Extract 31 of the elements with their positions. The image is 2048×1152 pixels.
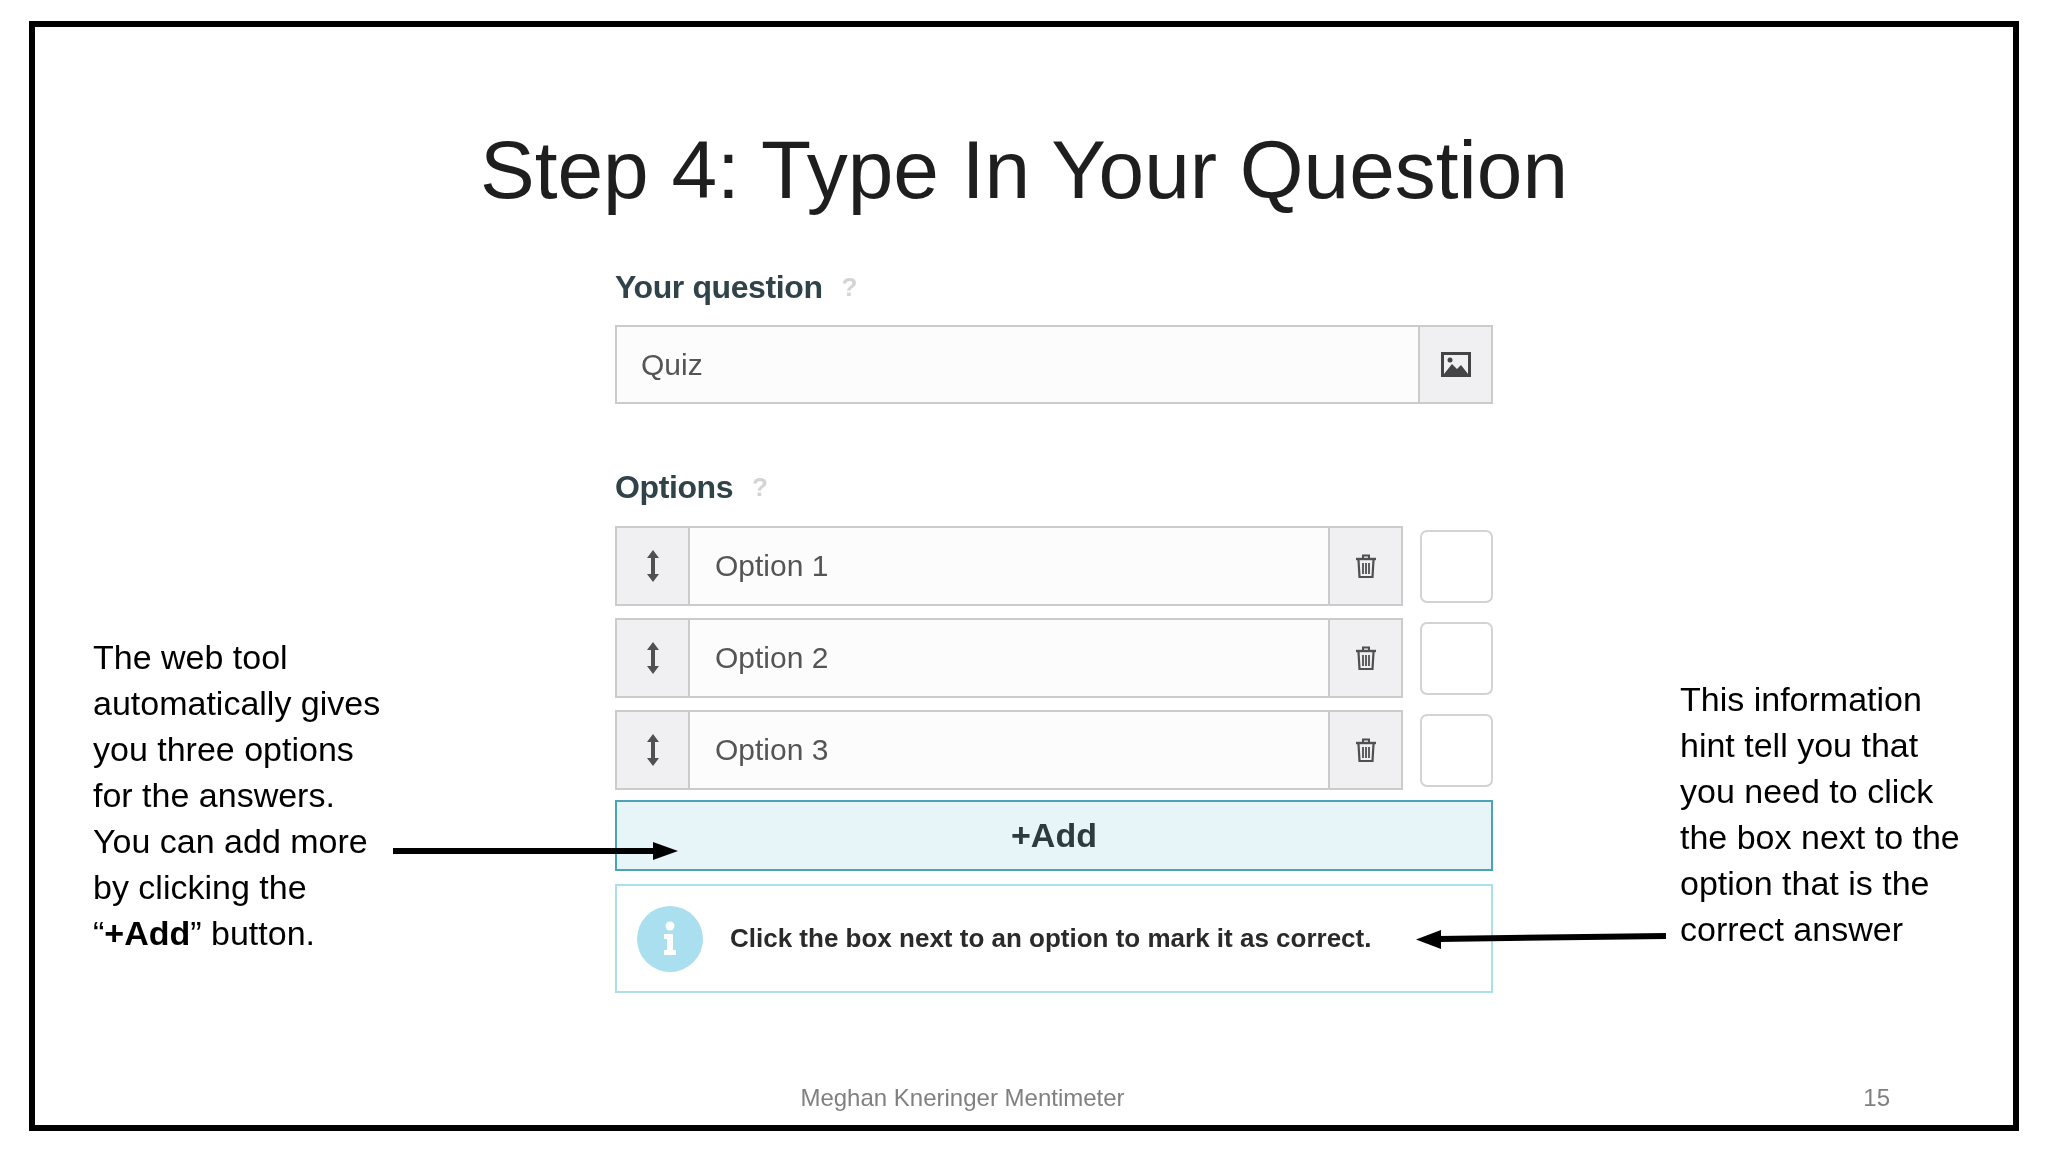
trash-icon: [1355, 738, 1376, 762]
option-input[interactable]: Option 3: [690, 710, 1328, 790]
question-input[interactable]: Quiz: [615, 325, 1418, 404]
delete-button[interactable]: [1328, 710, 1403, 790]
correct-checkbox[interactable]: [1420, 529, 1493, 603]
field-label: Options: [615, 468, 734, 506]
delete-button[interactable]: [1328, 526, 1403, 606]
option-input[interactable]: Option 2: [690, 618, 1328, 698]
trash-icon: [1355, 554, 1376, 578]
drag-handle[interactable]: [615, 618, 690, 698]
up-down-arrow-icon: [646, 642, 659, 674]
add-image-button[interactable]: [1418, 325, 1493, 404]
delete-button[interactable]: [1328, 618, 1403, 698]
trash-icon: [1355, 646, 1376, 670]
correct-checkbox[interactable]: [1420, 621, 1493, 695]
slide-title: Step 4: Type In Your Question: [479, 123, 1569, 217]
correct-checkbox[interactable]: [1420, 713, 1493, 787]
info-text: Click the box next to an option to mark it as correct.: [730, 923, 1372, 954]
image-icon: [1440, 352, 1471, 377]
option-input[interactable]: Option 1: [690, 526, 1328, 606]
field-label: Your question: [615, 268, 823, 306]
drag-handle[interactable]: [615, 710, 690, 790]
info-icon: [637, 905, 703, 972]
annotation-text: This information hint tell you that you need to click the box next to the option that is the correct answer: [1680, 679, 1960, 950]
up-down-arrow-icon: [646, 734, 659, 766]
page-number: 15: [1863, 1084, 1890, 1112]
up-down-arrow-icon: [646, 550, 659, 582]
drag-handle[interactable]: [615, 526, 690, 606]
add-option-button[interactable]: +Add: [615, 800, 1493, 871]
footer-text: Meghan Kneringer Mentimeter: [800, 1084, 1125, 1112]
annotation-text: The web tool automatically gives you three options for the answers. You can add more by clicking the “+Add” button.: [93, 637, 381, 954]
